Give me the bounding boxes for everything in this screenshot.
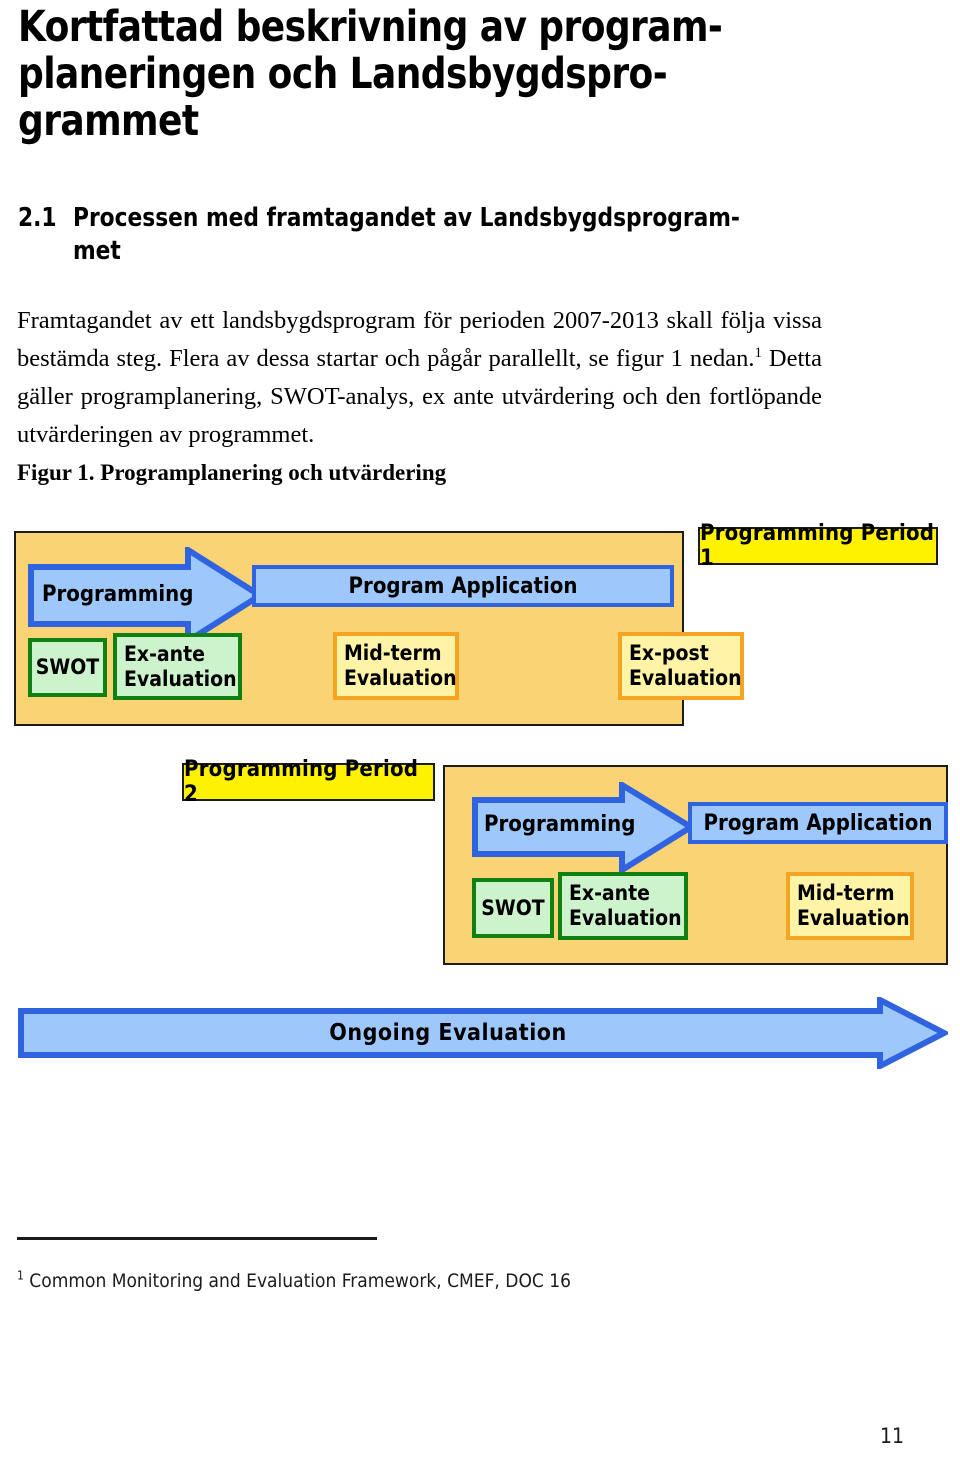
swot-box-period-1: SWOT xyxy=(28,638,107,697)
document-page: Kortfattad beskrivning av program- plane… xyxy=(0,0,960,1473)
programming-period-2-tag: Programming Period 2 xyxy=(182,757,435,807)
ex-post-evaluation-box-period-1: Ex-post Evaluation xyxy=(618,632,744,700)
ex-ante-evaluation-box-period-2: Ex-ante Evaluation xyxy=(558,872,688,940)
programming-label-period-2: Programming xyxy=(484,812,636,837)
mid-term-evaluation-box-period-1: Mid-term Evaluation xyxy=(333,632,459,700)
footnote-reference-marker: 1 xyxy=(754,344,762,361)
program-application-bar-period-1: Program Application xyxy=(252,565,674,607)
paragraph-text-part1: Framtagandet av ett landsbygdsprogram fö… xyxy=(17,306,822,372)
program-application-bar-period-2: Program Application xyxy=(688,802,948,844)
figure-caption: Figur 1. Programplanering och utvärderin… xyxy=(17,460,447,485)
programming-period-1-tag: Programming Period 1 xyxy=(698,521,938,571)
section-title: Processen med framtagandet av Landsbygds… xyxy=(73,203,740,266)
ongoing-evaluation-label: Ongoing Evaluation xyxy=(329,1020,567,1046)
programming-label-period-1: Programming xyxy=(42,582,194,607)
footnote-separator xyxy=(17,1237,377,1240)
page-title: Kortfattad beskrivning av program- plane… xyxy=(18,2,723,146)
footnote-marker: 1 xyxy=(17,1268,24,1283)
figure-programplanering-och-utvardering: Programming Program Application SWOT Ex-… xyxy=(0,510,960,1100)
footnote: 1 Common Monitoring and Evaluation Frame… xyxy=(17,1270,571,1292)
page-number: 11 xyxy=(880,1424,905,1448)
section-number: 2.1 xyxy=(18,203,57,233)
footnote-text: Common Monitoring and Evaluation Framewo… xyxy=(23,1270,572,1292)
ex-ante-evaluation-box-period-1: Ex-ante Evaluation xyxy=(113,633,242,700)
ongoing-evaluation-arrow: Ongoing Evaluation xyxy=(18,997,948,1069)
swot-box-period-2: SWOT xyxy=(472,878,554,938)
mid-term-evaluation-box-period-2: Mid-term Evaluation xyxy=(786,872,914,940)
body-paragraph: Framtagandet av ett landsbygdsprogram fö… xyxy=(17,302,822,454)
